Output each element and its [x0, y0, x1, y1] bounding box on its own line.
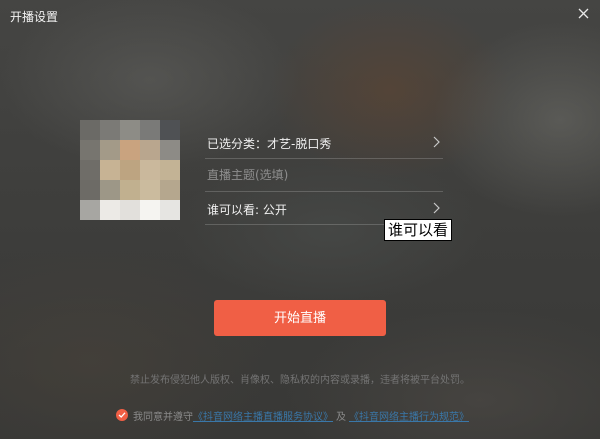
check-icon — [118, 412, 126, 418]
category-row[interactable]: 已选分类：才艺-脱口秀 — [205, 126, 443, 159]
visibility-tooltip: 谁可以看 — [384, 219, 453, 241]
avatar-pixel — [120, 120, 140, 140]
visibility-label: 谁可以看: 公开 — [207, 203, 287, 217]
category-label: 已选分类：才艺-脱口秀 — [207, 137, 332, 151]
avatar-pixel — [160, 200, 180, 220]
avatar-pixel — [100, 120, 120, 140]
close-button[interactable] — [572, 3, 596, 25]
agreement-line: 我同意并遵守 《抖音网络主播直播服务协议》 及 《抖音网络主播行为规范》 — [116, 407, 469, 423]
chevron-right-icon — [433, 136, 440, 148]
start-live-button[interactable]: 开始直播 — [214, 300, 386, 336]
avatar-pixel — [100, 200, 120, 220]
cover-thumbnail[interactable] — [80, 120, 180, 220]
avatar-pixel — [140, 180, 160, 200]
topic-input[interactable] — [207, 164, 427, 186]
avatar-pixel — [80, 180, 100, 200]
avatar-pixel — [80, 200, 100, 220]
service-agreement-link[interactable]: 《抖音网络主播直播服务协议》 — [193, 408, 333, 423]
close-icon — [578, 8, 589, 19]
avatar-pixel — [160, 140, 180, 160]
policy-warning: 禁止发布侵犯他人版权、肖像权、隐私权的内容或录播，违者将被平台处罚。 — [130, 375, 470, 386]
avatar-pixel — [160, 160, 180, 180]
avatar-pixel — [140, 120, 160, 140]
avatar-pixel — [80, 120, 100, 140]
avatar-pixel — [120, 180, 140, 200]
avatar-pixel — [80, 140, 100, 160]
agree-and: 及 — [336, 411, 346, 423]
avatar-pixel — [120, 200, 140, 220]
conduct-rules-link[interactable]: 《抖音网络主播行为规范》 — [349, 408, 469, 423]
avatar-pixel — [80, 160, 100, 180]
avatar-pixel — [140, 160, 160, 180]
avatar-pixel — [140, 140, 160, 160]
chevron-right-icon — [433, 202, 440, 214]
agree-prefix: 我同意并遵守 — [133, 411, 193, 423]
avatar-pixel — [160, 180, 180, 200]
avatar-pixel — [140, 200, 160, 220]
title-bar: 开播设置 — [0, 0, 600, 30]
avatar-pixel — [160, 120, 180, 140]
avatar-pixel — [100, 140, 120, 160]
topic-row — [205, 159, 443, 192]
agree-checkbox[interactable] — [116, 409, 128, 421]
avatar-pixel — [120, 140, 140, 160]
avatar-pixel — [120, 160, 140, 180]
avatar-pixel — [100, 160, 120, 180]
avatar-pixel — [100, 180, 120, 200]
window-title: 开播设置 — [10, 10, 59, 24]
